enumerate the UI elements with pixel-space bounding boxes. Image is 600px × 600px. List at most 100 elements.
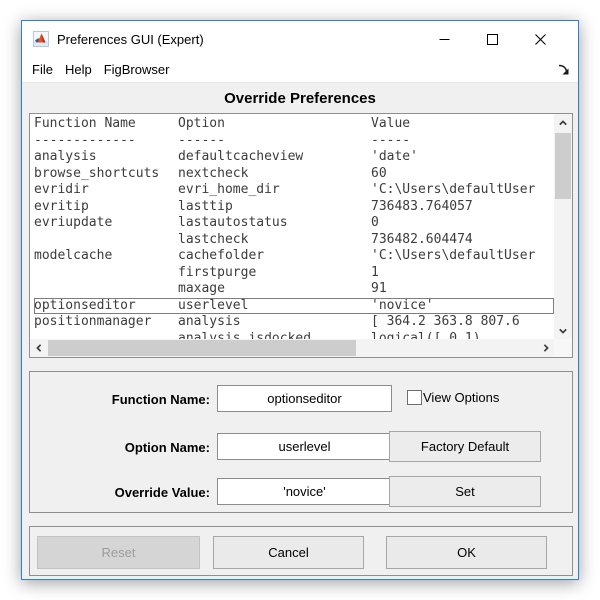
table-cell: ----- xyxy=(371,133,554,150)
table-row[interactable]: evriupdatelastautostatus0 xyxy=(34,215,554,232)
table-cell: 736482.604474 xyxy=(371,232,554,249)
desktop-background: Preferences GUI (Expert) File Help xyxy=(0,0,600,600)
table-row[interactable]: analysisdefaultcacheview'date' xyxy=(34,149,554,166)
table-cell: userlevel xyxy=(178,298,371,315)
option-name-label: Option Name: xyxy=(48,440,210,455)
table-cell: evritip xyxy=(34,199,178,216)
scroll-down-icon[interactable] xyxy=(554,322,572,339)
window-title: Preferences GUI (Expert) xyxy=(57,32,204,47)
override-value-input[interactable] xyxy=(217,478,392,505)
table-cell xyxy=(34,281,178,298)
ok-button[interactable]: OK xyxy=(386,536,547,569)
table-cell: ------------- xyxy=(34,133,178,150)
table-cell xyxy=(34,331,178,340)
menu-file[interactable]: File xyxy=(22,62,59,77)
table-row[interactable]: browse_shortcutsnextcheck60 xyxy=(34,166,554,183)
option-name-row: Option Name: Factory Default xyxy=(30,433,572,463)
table-cell: evridir xyxy=(34,182,178,199)
table-row[interactable]: lastcheck736482.604474 xyxy=(34,232,554,249)
set-button[interactable]: Set xyxy=(389,476,541,507)
function-name-input[interactable] xyxy=(217,385,392,412)
table-cell: 736483.764057 xyxy=(371,199,554,216)
table-cell: analysis xyxy=(178,314,371,331)
cancel-button[interactable]: Cancel xyxy=(213,536,364,569)
table-row[interactable]: optionseditoruserlevel'novice' xyxy=(34,298,554,315)
override-value-row: Override Value: Set xyxy=(30,478,572,508)
table-cell: 60 xyxy=(371,166,554,183)
table-cell: Value xyxy=(371,116,554,133)
menu-bar: File Help FigBrowser xyxy=(22,57,578,83)
view-options-label: View Options xyxy=(423,390,499,405)
table-cell: optionseditor xyxy=(34,298,178,315)
table-cell: logical([ 0 1) xyxy=(371,331,554,340)
view-options-group[interactable]: View Options xyxy=(407,390,499,405)
table-row[interactable]: firstpurge1 xyxy=(34,265,554,282)
table-cell: 91 xyxy=(371,281,554,298)
vertical-scrollbar[interactable] xyxy=(554,114,572,339)
table-cell: positionmanager xyxy=(34,314,178,331)
vertical-scroll-thumb[interactable] xyxy=(555,133,571,199)
horizontal-scroll-thumb[interactable] xyxy=(48,340,356,356)
table-cell: lasttip xyxy=(178,199,371,216)
scroll-right-icon[interactable] xyxy=(537,339,554,357)
header-strip: Override Preferences xyxy=(22,83,578,113)
minimize-button[interactable] xyxy=(420,21,468,57)
dock-arrow-icon[interactable] xyxy=(557,63,570,76)
preferences-window: Preferences GUI (Expert) File Help xyxy=(21,20,579,580)
factory-default-button[interactable]: Factory Default xyxy=(389,431,541,462)
table-cell: browse_shortcuts xyxy=(34,166,178,183)
table-cell: analysis xyxy=(34,149,178,166)
menu-help[interactable]: Help xyxy=(59,62,98,77)
reset-button[interactable]: Reset xyxy=(37,536,200,569)
option-name-input[interactable] xyxy=(217,433,392,460)
table-cell: 'date' xyxy=(371,149,554,166)
page-title: Override Preferences xyxy=(224,90,376,107)
table-row[interactable]: evridirevri_home_dir'C:\Users\defaultUse… xyxy=(34,182,554,199)
scrollbar-corner xyxy=(554,339,572,357)
table-cell: defaultcacheview xyxy=(178,149,371,166)
table-cell: nextcheck xyxy=(178,166,371,183)
table-cell: Option xyxy=(178,116,371,133)
table-cell: Function Name xyxy=(34,116,178,133)
table-row[interactable]: maxage91 xyxy=(34,281,554,298)
menu-figbrowser[interactable]: FigBrowser xyxy=(98,62,176,77)
table-cell: 'C:\Users\defaultUser xyxy=(371,182,554,199)
preferences-list[interactable]: Function NameOptionValue----------------… xyxy=(29,113,573,358)
maximize-button[interactable] xyxy=(468,21,516,57)
scroll-left-icon[interactable] xyxy=(30,339,47,357)
scroll-up-icon[interactable] xyxy=(554,114,572,131)
list-rows: Function NameOptionValue----------------… xyxy=(30,114,554,339)
table-cell: analysis_isdocked xyxy=(178,331,371,340)
table-cell: [ 364.2 363.8 807.6 xyxy=(371,314,554,331)
table-cell: 'novice' xyxy=(371,298,554,315)
table-cell: evri_home_dir xyxy=(178,182,371,199)
table-header-row: ------------------------ xyxy=(34,133,554,150)
table-cell: 'C:\Users\defaultUser xyxy=(371,248,554,265)
function-name-label: Function Name: xyxy=(48,392,210,407)
table-row[interactable]: evritiplasttip736483.764057 xyxy=(34,199,554,216)
table-cell: lastcheck xyxy=(178,232,371,249)
table-cell: evriupdate xyxy=(34,215,178,232)
table-cell: maxage xyxy=(178,281,371,298)
close-button[interactable] xyxy=(516,21,564,57)
edit-panel: Function Name: View Options Option Name:… xyxy=(29,371,573,513)
function-name-row: Function Name: View Options xyxy=(30,385,572,415)
matlab-icon xyxy=(33,31,49,47)
table-cell: ------ xyxy=(178,133,371,150)
table-row[interactable]: modelcachecachefolder'C:\Users\defaultUs… xyxy=(34,248,554,265)
table-row[interactable]: positionmanageranalysis[ 364.2 363.8 807… xyxy=(34,314,554,331)
table-cell xyxy=(34,232,178,249)
table-cell: cachefolder xyxy=(178,248,371,265)
table-cell: firstpurge xyxy=(178,265,371,282)
table-row[interactable]: analysis_isdockedlogical([ 0 1) xyxy=(34,331,554,340)
window-controls xyxy=(420,21,564,57)
action-button-panel: Reset Cancel OK xyxy=(29,526,573,576)
horizontal-scrollbar[interactable] xyxy=(30,339,554,357)
table-cell: lastautostatus xyxy=(178,215,371,232)
table-header-row: Function NameOptionValue xyxy=(34,116,554,133)
table-cell xyxy=(34,265,178,282)
view-options-checkbox[interactable] xyxy=(407,390,422,405)
override-value-label: Override Value: xyxy=(48,485,210,500)
table-cell: modelcache xyxy=(34,248,178,265)
title-bar[interactable]: Preferences GUI (Expert) xyxy=(22,21,578,57)
